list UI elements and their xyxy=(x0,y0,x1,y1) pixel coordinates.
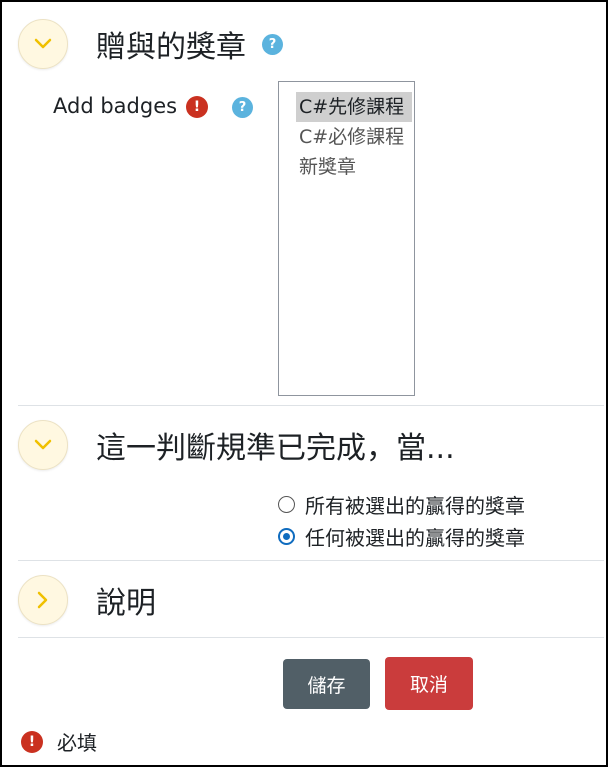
radio-button[interactable] xyxy=(278,496,295,513)
badge-option[interactable]: C#必修課程 xyxy=(279,122,414,152)
section-header-description: 說明 xyxy=(18,575,156,625)
radio-option-any[interactable]: 任何被選出的贏得的獎章 xyxy=(278,522,525,551)
add-badges-label: Add badges xyxy=(53,94,178,118)
badges-multiselect[interactable]: C#先修課程 C#必修課程 新獎章 xyxy=(278,81,415,396)
help-icon[interactable]: ? xyxy=(232,97,253,118)
radio-label: 任何被選出的贏得的獎章 xyxy=(305,526,525,550)
radio-button[interactable] xyxy=(278,528,295,545)
collapse-toggle-badges[interactable] xyxy=(18,19,68,69)
section-title-condition: 這一判斷規準已完成，當... xyxy=(96,431,455,466)
collapse-toggle-description[interactable] xyxy=(18,575,68,625)
badge-option[interactable]: C#先修課程 xyxy=(296,92,412,122)
required-legend: ! 必填 xyxy=(21,727,97,756)
section-title-badges: 贈與的獎章 xyxy=(96,30,246,65)
save-button[interactable]: 儲存 xyxy=(283,659,370,709)
required-legend-text: 必填 xyxy=(57,731,97,755)
chevron-down-icon xyxy=(34,439,52,450)
help-icon[interactable]: ? xyxy=(262,33,283,55)
collapse-toggle-condition[interactable] xyxy=(18,420,68,470)
section-title-description: 說明 xyxy=(96,586,156,621)
section-header-condition: 這一判斷規準已完成，當... xyxy=(18,420,455,470)
chevron-down-icon xyxy=(34,38,52,49)
radio-label: 所有被選出的贏得的獎章 xyxy=(305,494,525,518)
required-icon: ! xyxy=(186,96,208,118)
section-divider xyxy=(18,405,604,406)
section-divider xyxy=(18,637,604,638)
required-icon: ! xyxy=(21,730,43,753)
section-header-badges: 贈與的獎章 ? xyxy=(18,19,283,69)
cancel-button[interactable]: 取消 xyxy=(385,657,473,710)
section-divider xyxy=(18,560,604,561)
badge-option[interactable]: 新獎章 xyxy=(279,152,414,182)
radio-option-all[interactable]: 所有被選出的贏得的獎章 xyxy=(278,490,525,519)
chevron-right-icon xyxy=(37,591,48,609)
